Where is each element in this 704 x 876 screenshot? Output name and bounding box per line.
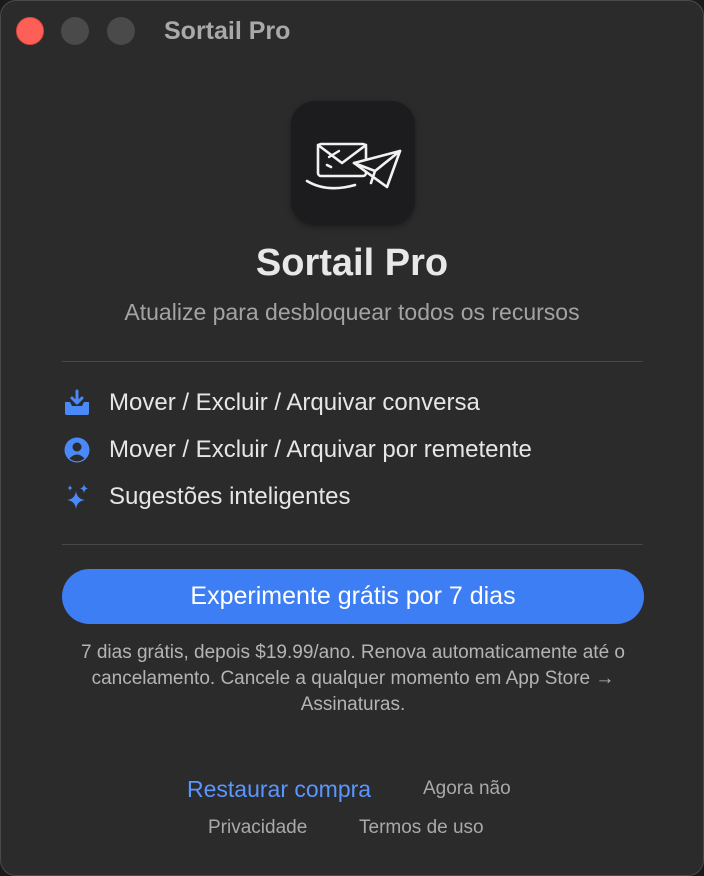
start-free-trial-button[interactable]: Experimente grátis por 7 dias	[62, 569, 644, 624]
restore-purchase-link[interactable]: Restaurar compra	[187, 776, 371, 803]
terms-of-use-link[interactable]: Termos de uso	[359, 817, 484, 839]
close-window-button[interactable]	[16, 17, 44, 45]
window-title: Sortail Pro	[164, 17, 291, 45]
feature-item-move-conversation: Mover / Excluir / Arquivar conversa	[62, 386, 480, 420]
feature-item-smart-suggestions: Sugestões inteligentes	[62, 480, 351, 514]
not-now-link[interactable]: Agora não	[423, 778, 511, 800]
feature-label: Sugestões inteligentes	[109, 483, 351, 510]
privacy-link[interactable]: Privacidade	[208, 817, 307, 839]
divider	[62, 361, 643, 362]
minimize-window-button[interactable]	[61, 17, 89, 45]
subscription-terms-text: 7 dias grátis, depois $19.99/ano. Renova…	[81, 642, 625, 715]
sparkles-icon	[62, 481, 94, 513]
feature-label: Mover / Excluir / Arquivar conversa	[109, 389, 480, 416]
person-circle-icon	[62, 434, 94, 466]
mail-envelopes-icon	[291, 101, 415, 225]
app-name: Sortail Pro	[255, 242, 449, 284]
feature-label: Mover / Excluir / Arquivar por remetente	[109, 436, 532, 463]
zoom-window-button[interactable]	[107, 17, 135, 45]
upgrade-subtitle: Atualize para desbloquear todos os recur…	[124, 299, 580, 325]
feature-item-move-by-sender: Mover / Excluir / Arquivar por remetente	[62, 433, 532, 467]
inbox-download-icon	[62, 387, 94, 419]
title-bar: Sortail Pro	[1, 1, 703, 61]
paywall-window: Sortail Pro Sortail Pro Atualize para de…	[0, 0, 704, 876]
divider	[62, 544, 643, 545]
